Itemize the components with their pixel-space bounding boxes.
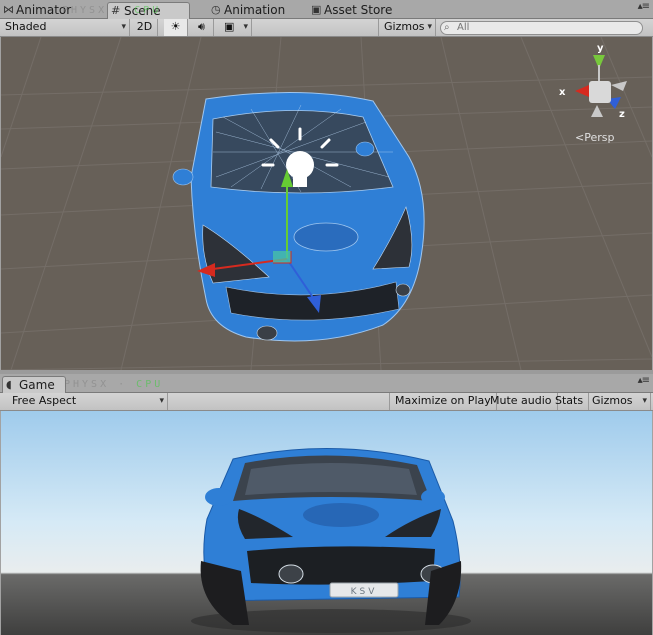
tab-asset-store[interactable]: ▣ Asset Store — [308, 2, 392, 19]
watermark-suffix: CPU — [134, 5, 162, 16]
stats-button[interactable]: Stats — [550, 393, 590, 410]
game-canvas: KSV — [1, 411, 652, 635]
panel-menu-icon[interactable]: ▴≡ — [638, 1, 650, 12]
scene-tab-bar: ⋈ Animator # Scene ◷ Animation ▣ Asset S… — [0, 0, 653, 19]
axis-y-label: y — [597, 43, 604, 54]
draw-mode-dropdown[interactable]: Shaded — [0, 19, 130, 36]
draw-mode-label: Shaded — [5, 20, 47, 33]
watermark-prefix: PHYSX — [62, 5, 108, 16]
aspect-dropdown[interactable]: Free Aspect — [0, 393, 168, 410]
animation-clock-icon: ◷ — [211, 3, 221, 16]
mute-label: Mute audio — [490, 394, 552, 407]
projection-toggle[interactable]: <Persp — [575, 131, 614, 144]
maximize-on-play-button[interactable]: Maximize on Play — [389, 393, 497, 410]
aspect-label: Free Aspect — [12, 394, 77, 407]
search-input[interactable] — [457, 22, 617, 33]
game-tab-bar: ◖ Game PHYSX · CPU ▴≡ — [0, 374, 653, 393]
sun-icon[interactable]: ☀ — [164, 19, 188, 36]
game-gizmos-label: Gizmos — [592, 394, 633, 407]
stats-label: Stats — [555, 394, 584, 407]
game-pacman-icon: ◖ — [6, 378, 12, 391]
scene-toolbar: Shaded 2D ☀ 🔊︎ ▣ Gizmos ⌕ — [0, 19, 653, 37]
scene-canvas: y x z — [1, 37, 652, 370]
game-viewport[interactable]: KSV — [1, 411, 652, 635]
animator-icon: ⋈ — [3, 3, 14, 16]
game-gizmos-dropdown[interactable]: Gizmos — [587, 393, 651, 410]
tab-game[interactable]: ◖ Game — [2, 376, 66, 393]
persp-label: Persp — [584, 131, 615, 144]
watermark-suffix-2: CPU — [136, 379, 164, 390]
tab-animator[interactable]: ⋈ Animator — [0, 2, 71, 19]
image-icon: ▣ — [224, 20, 235, 33]
search-icon: ⌕ — [444, 22, 450, 33]
search-field[interactable]: ⌕ — [440, 21, 643, 35]
maximize-label: Maximize on Play — [395, 394, 491, 407]
watermark-bottom: PHYSX · CPU — [64, 379, 164, 390]
watermark-top: PHYSX · CPU — [62, 5, 162, 16]
tab-animation[interactable]: ◷ Animation — [208, 2, 285, 19]
toggle-2d-label: 2D — [136, 20, 153, 33]
watermark-prefix-2: PHYSX — [64, 379, 110, 390]
tab-game-label: Game — [19, 378, 55, 392]
gizmos-label: Gizmos — [384, 20, 425, 33]
scene-viewport[interactable]: y x z <Persp — [1, 37, 652, 370]
mute-audio-button[interactable]: Mute audio — [485, 393, 558, 410]
asset-store-icon: ▣ — [311, 3, 322, 16]
effects-dropdown[interactable]: ▣ — [218, 19, 252, 36]
axis-x-label: x — [559, 87, 566, 98]
speaker-icon[interactable]: 🔊︎ — [190, 19, 214, 36]
game-toolbar: Free Aspect Maximize on Play Mute audio … — [0, 393, 653, 411]
axis-z-label: z — [619, 109, 625, 120]
toggle-2d-button[interactable]: 2D — [132, 19, 158, 36]
gizmos-dropdown[interactable]: Gizmos — [378, 19, 436, 36]
game-panel-menu-icon[interactable]: ▴≡ — [638, 375, 650, 386]
tab-asset-store-label: Asset Store — [324, 3, 393, 17]
license-plate-text: KSV — [351, 587, 378, 597]
tab-animation-label: Animation — [224, 3, 286, 17]
persp-arrow-icon: < — [575, 131, 585, 144]
